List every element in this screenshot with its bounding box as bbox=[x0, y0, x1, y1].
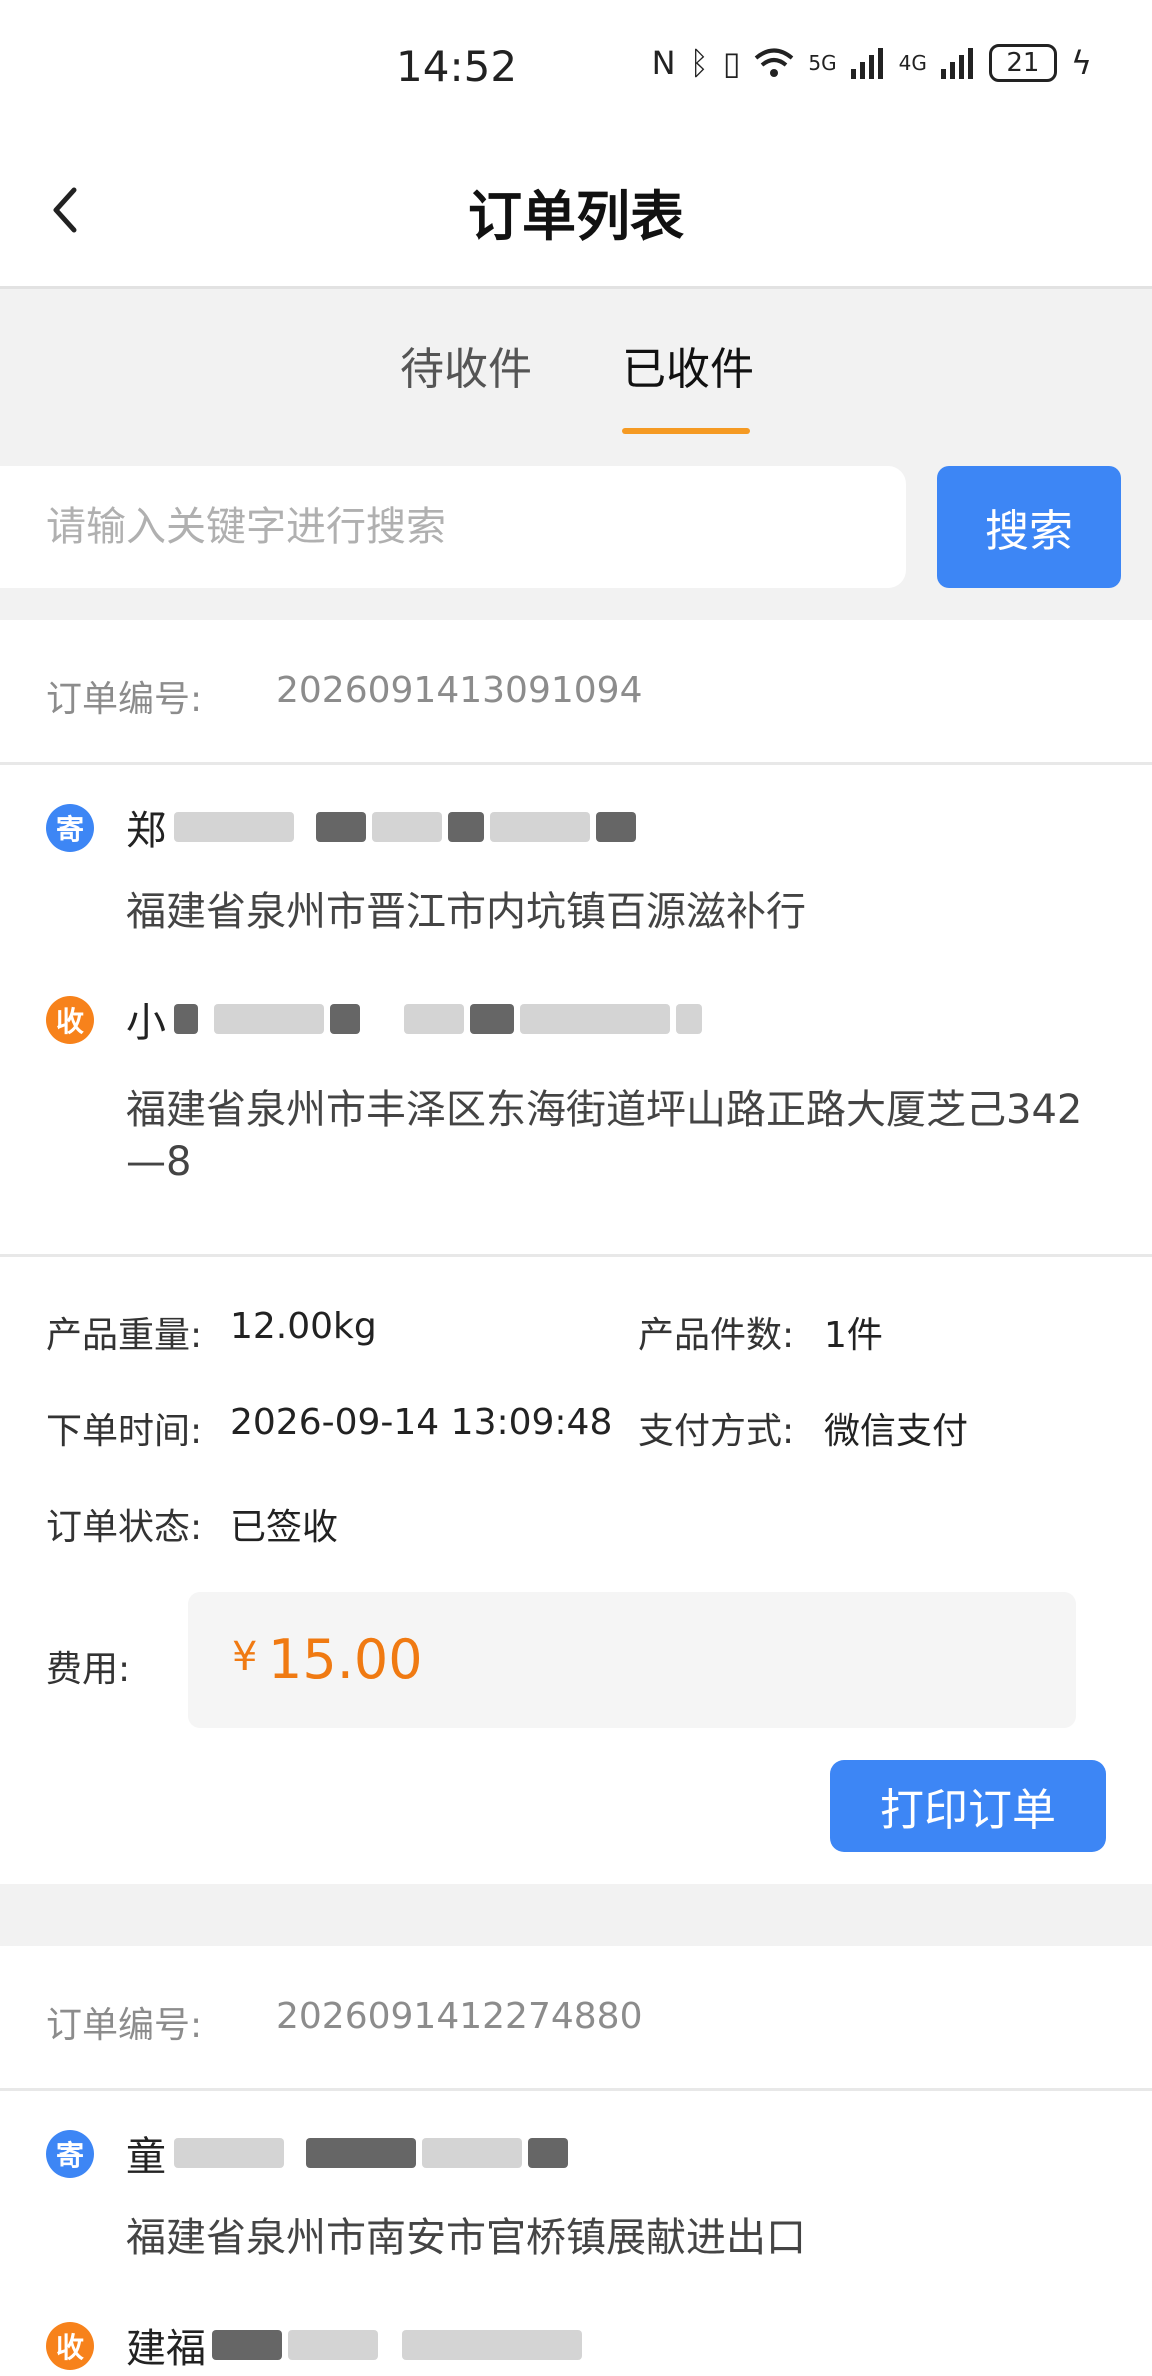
charging-icon: ϟ bbox=[1070, 44, 1092, 82]
signal-5g-icon bbox=[850, 48, 883, 79]
page-title: 订单列表 bbox=[468, 185, 684, 248]
receiver-badge: 收 bbox=[46, 2322, 94, 2370]
order-number-row: 订单编号: 2026091413091094 bbox=[0, 620, 1152, 765]
redacted-name bbox=[174, 812, 294, 842]
status-time: 14:52 bbox=[396, 42, 518, 91]
fee-box: ¥ 15.00 bbox=[188, 1592, 1076, 1728]
redacted-phone bbox=[528, 2138, 568, 2168]
wifi-icon bbox=[755, 48, 794, 77]
order-card: 订单编号: 2026091412274880 寄 童 福建省泉州市南安市官桥镇展… bbox=[0, 1946, 1152, 2376]
redacted-phone bbox=[422, 2138, 522, 2168]
vibrate-icon: ▯ bbox=[722, 44, 741, 82]
weight-value: 12.00kg bbox=[230, 1306, 377, 1347]
status-bar: 14:52 N ᛒ ▯ 5G 4G 21 ϟ bbox=[0, 0, 1152, 136]
redacted-name bbox=[288, 2330, 378, 2360]
order-number-label: 订单编号: bbox=[46, 2005, 203, 2046]
count-label: 产品件数: bbox=[638, 1315, 795, 1356]
fee-label: 费用: bbox=[46, 1649, 131, 1690]
network-5g-label: 5G bbox=[808, 51, 837, 75]
status-label: 订单状态: bbox=[46, 1507, 203, 1548]
receiver-name-text: 小 bbox=[126, 1000, 166, 1046]
redacted-phone bbox=[404, 1004, 464, 1034]
search-input[interactable] bbox=[0, 466, 906, 588]
tab-bar: 待收件 已收件 bbox=[0, 289, 1152, 439]
order-time-value: 2026-09-14 13:09:48 bbox=[230, 1402, 613, 1443]
redacted-phone bbox=[316, 812, 366, 842]
sender-name-text: 童 bbox=[126, 2134, 166, 2180]
print-order-button[interactable]: 打印订单 bbox=[830, 1760, 1106, 1852]
order-number-value: 2026091413091094 bbox=[276, 670, 643, 711]
receiver-name: 小 bbox=[126, 990, 702, 1048]
tab-pending[interactable]: 待收件 bbox=[400, 333, 532, 397]
redacted-phone bbox=[372, 812, 442, 842]
signal-4g-icon bbox=[940, 48, 973, 79]
redacted-phone bbox=[470, 1004, 514, 1034]
tab-received[interactable]: 已收件 bbox=[622, 333, 754, 397]
weight-label: 产品重量: bbox=[46, 1315, 203, 1356]
bluetooth-icon: ᛒ bbox=[689, 44, 709, 82]
status-value: 已签收 bbox=[230, 1507, 339, 1548]
receiver-name: 建福 bbox=[126, 2316, 582, 2374]
currency-symbol: ¥ bbox=[232, 1634, 258, 1680]
receiver-badge: 收 bbox=[46, 996, 94, 1044]
count-value: 1件 bbox=[824, 1315, 883, 1356]
sender-name: 郑 bbox=[126, 798, 636, 856]
section-divider bbox=[0, 1254, 1152, 1257]
sender-badge: 寄 bbox=[46, 804, 94, 852]
battery-icon: 21 bbox=[988, 44, 1057, 82]
sender-name-text: 郑 bbox=[126, 808, 166, 854]
network-4g-label: 4G bbox=[898, 51, 927, 75]
receiver-address: 福建省泉州市丰泽区东海街道坪山路正路大厦芝己342—8 bbox=[126, 1087, 1083, 1185]
status-icons: N ᛒ ▯ 5G 4G 21 ϟ bbox=[652, 44, 1092, 82]
redacted-phone bbox=[676, 1004, 702, 1034]
redacted-phone bbox=[490, 812, 590, 842]
payment-value: 微信支付 bbox=[824, 1411, 969, 1452]
redacted-name bbox=[212, 2330, 282, 2360]
sender-badge: 寄 bbox=[46, 2130, 94, 2178]
nav-bar: 订单列表 bbox=[0, 136, 1152, 289]
receiver-name-text: 建福 bbox=[126, 2326, 206, 2372]
redacted-phone bbox=[306, 2138, 416, 2168]
redacted-name bbox=[330, 1004, 360, 1034]
order-number-value: 2026091412274880 bbox=[276, 1996, 643, 2037]
order-number-row: 订单编号: 2026091412274880 bbox=[0, 1946, 1152, 2091]
search-button[interactable]: 搜索 bbox=[937, 466, 1121, 588]
sender-address: 福建省泉州市南安市官桥镇展献进出口 bbox=[126, 2215, 806, 2261]
order-time-label: 下单时间: bbox=[46, 1411, 203, 1452]
sender-address: 福建省泉州市晋江市内坑镇百源滋补行 bbox=[126, 889, 806, 935]
redacted-name bbox=[214, 1004, 324, 1034]
order-card: 订单编号: 2026091413091094 寄 郑 福建省泉州市晋江市内坑镇百… bbox=[0, 620, 1152, 1884]
fee-amount: 15.00 bbox=[268, 1628, 423, 1691]
payment-label: 支付方式: bbox=[638, 1411, 795, 1452]
order-number-label: 订单编号: bbox=[46, 679, 203, 720]
redacted-name bbox=[174, 1004, 198, 1034]
redacted-name bbox=[174, 2138, 284, 2168]
redacted-phone bbox=[402, 2330, 582, 2360]
redacted-phone bbox=[596, 812, 636, 842]
redacted-phone bbox=[520, 1004, 670, 1034]
sender-name: 童 bbox=[126, 2124, 568, 2182]
redacted-phone bbox=[448, 812, 484, 842]
nfc-icon: N bbox=[651, 44, 676, 82]
tab-active-indicator bbox=[622, 428, 750, 434]
